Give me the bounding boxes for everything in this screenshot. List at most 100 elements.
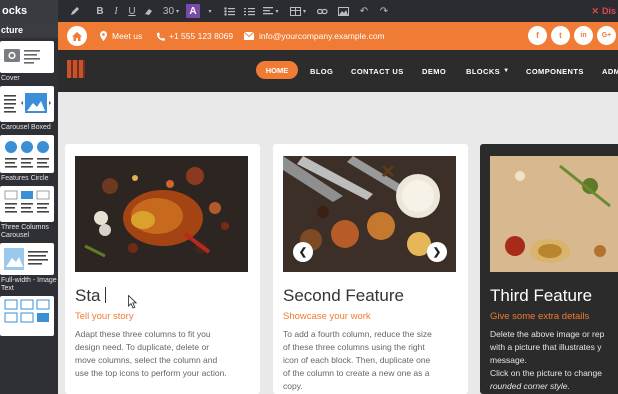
carousel-next-button[interactable]: ❯ bbox=[427, 242, 447, 262]
home-icon bbox=[72, 31, 82, 41]
nav-admin[interactable]: ADM bbox=[602, 50, 618, 92]
image-text-icon bbox=[4, 248, 48, 270]
discard-label: Dis bbox=[601, 6, 616, 16]
card-line: To add a fourth column, reduce the size bbox=[283, 329, 432, 339]
main-navbar: HOME BLOG CONTACT US DEMO BLOCKS ▼ COMPON… bbox=[58, 50, 618, 92]
spices-image[interactable] bbox=[75, 156, 248, 272]
card-line: Click on the picture to change bbox=[490, 368, 602, 378]
card-line: move columns, select the column and bbox=[75, 355, 218, 365]
sidebar-item-carousel-boxed[interactable]: Carousel Boxed bbox=[0, 86, 58, 135]
link-icon[interactable] bbox=[312, 0, 332, 22]
card-title[interactable]: Second Feature bbox=[283, 286, 404, 306]
card-title[interactable]: Sta bbox=[75, 286, 106, 306]
undo-icon[interactable]: ↶ bbox=[354, 0, 374, 22]
columns-icon bbox=[4, 190, 50, 213]
blocks-panel-title: ocks bbox=[0, 0, 58, 22]
contact-topbar: Meet us +1 555 123 8069 info@yourcompany… bbox=[58, 22, 618, 50]
sidebar-item-three-columns-carousel[interactable]: Three Columns Carousel bbox=[0, 186, 58, 243]
font-size-value: 30 bbox=[162, 5, 175, 17]
camera-icon bbox=[4, 49, 40, 64]
card-line: rounded corner style. bbox=[490, 381, 570, 391]
text-cursor bbox=[105, 287, 106, 303]
table-select[interactable]: ▾ bbox=[284, 0, 312, 22]
map-marker-icon bbox=[100, 31, 107, 41]
email-link[interactable]: info@yourcompany.example.com bbox=[244, 22, 385, 50]
meet-us-text: Meet us bbox=[112, 31, 143, 41]
sidebar-item-features-circle[interactable]: Features Circle bbox=[0, 135, 58, 186]
card-title-text: Sta bbox=[75, 286, 101, 305]
numbered-list-icon[interactable] bbox=[240, 0, 258, 22]
nav-components[interactable]: COMPONENTS bbox=[526, 50, 584, 92]
card-line: Delete the above image or rep bbox=[490, 329, 605, 339]
discard-button[interactable]: ✕ Dis bbox=[591, 0, 618, 22]
color-chevron-icon[interactable]: ▾ bbox=[202, 0, 218, 22]
nav-contact-us[interactable]: CONTACT US bbox=[351, 50, 404, 92]
carousel-icon bbox=[4, 93, 51, 113]
nav-blocks[interactable]: BLOCKS ▼ bbox=[466, 50, 509, 92]
sidebar-item-gallery[interactable] bbox=[0, 296, 58, 336]
underline-icon[interactable]: U bbox=[124, 0, 140, 22]
pen-icon[interactable] bbox=[58, 0, 92, 22]
carousel-prev-button[interactable]: ❮ bbox=[293, 242, 313, 262]
card-line: message. bbox=[490, 355, 527, 365]
nav-blocks-label: BLOCKS bbox=[466, 66, 501, 76]
meet-us-link[interactable]: Meet us bbox=[100, 22, 142, 50]
mouse-pointer-icon bbox=[128, 295, 138, 309]
phone-icon bbox=[156, 32, 165, 41]
facebook-icon[interactable]: f bbox=[528, 26, 547, 45]
card-line: copy. bbox=[283, 381, 303, 391]
image-icon[interactable] bbox=[332, 0, 354, 22]
sidebar-item-label: Three Columns Carousel bbox=[1, 224, 49, 239]
gallery-thumbnail bbox=[0, 296, 54, 336]
carousel-boxed-thumbnail bbox=[0, 86, 54, 122]
sidebar-item-label: Full-width - Image Text bbox=[1, 277, 57, 292]
features-circle-thumbnail bbox=[0, 135, 54, 173]
card-text: Adapt these three columns to fit you des… bbox=[75, 328, 227, 380]
website-canvas: Meet us +1 555 123 8069 info@yourcompany… bbox=[58, 22, 618, 394]
feature-card-3[interactable]: Third Feature Give some extra details De… bbox=[480, 144, 618, 394]
blocks-sidebar: cture Cover Carousel Boxed Features Circ… bbox=[0, 22, 58, 394]
phone-link[interactable]: +1 555 123 8069 bbox=[156, 22, 233, 50]
table-icon bbox=[289, 6, 301, 16]
chevron-down-icon: ▾ bbox=[176, 8, 180, 15]
sidebar-item-label: Cover bbox=[1, 75, 20, 82]
italic-icon[interactable]: I bbox=[108, 0, 124, 22]
card-subtitle: Showcase your work bbox=[283, 311, 371, 322]
image-text-thumbnail bbox=[0, 243, 54, 275]
card-subtitle: Tell your story bbox=[75, 311, 134, 322]
sidebar-item-full-width-image-text[interactable]: Full-width - Image Text bbox=[0, 243, 58, 296]
sidebar-item-label: Features Circle bbox=[1, 175, 49, 182]
redo-icon[interactable]: ↷ bbox=[374, 0, 394, 22]
align-left-icon bbox=[263, 6, 274, 14]
bold-icon[interactable]: B bbox=[92, 0, 108, 22]
nav-blog[interactable]: BLOG bbox=[310, 50, 333, 92]
eraser-icon[interactable] bbox=[140, 0, 158, 22]
home-button[interactable] bbox=[67, 26, 87, 46]
nav-home[interactable]: HOME bbox=[256, 61, 298, 79]
phone-text: +1 555 123 8069 bbox=[169, 31, 234, 41]
sidebar-item-label: Carousel Boxed bbox=[1, 124, 51, 131]
card-subtitle: Give some extra details bbox=[490, 311, 590, 322]
email-text: info@yourcompany.example.com bbox=[259, 31, 385, 41]
site-logo[interactable] bbox=[67, 60, 85, 78]
align-select[interactable]: ▾ bbox=[258, 0, 284, 22]
card-line: with a picture that illustrates y bbox=[490, 342, 602, 352]
cover-thumbnail bbox=[0, 41, 54, 73]
nav-demo[interactable]: DEMO bbox=[422, 50, 446, 92]
bullet-list-icon[interactable] bbox=[218, 0, 240, 22]
linkedin-icon[interactable]: in bbox=[574, 26, 593, 45]
sidebar-item-cover[interactable]: Cover bbox=[0, 41, 58, 86]
google-plus-icon[interactable]: G+ bbox=[597, 26, 616, 45]
editor-toolbar: ocks B I U 30 ▾ A ▾ ▾ ▾ ↶ ↷ ✕ Dis bbox=[0, 0, 618, 22]
card-text: To add a fourth column, reduce the size … bbox=[283, 328, 432, 393]
card-title[interactable]: Third Feature bbox=[490, 286, 592, 306]
text-color-button[interactable]: A bbox=[184, 0, 202, 22]
herbs-image[interactable] bbox=[490, 156, 618, 272]
font-size-select[interactable]: 30 ▾ bbox=[158, 0, 184, 22]
twitter-icon[interactable]: t bbox=[551, 26, 570, 45]
card-line: of the column to create a new one as a bbox=[283, 368, 430, 378]
envelope-icon bbox=[244, 32, 254, 40]
feature-card-1[interactable]: Sta Tell your story Adapt these three co… bbox=[65, 144, 260, 394]
card-line: icon of each block. Then, duplicate one bbox=[283, 355, 431, 365]
feature-card-2[interactable]: ❮ ❯ Second Feature Showcase your work To… bbox=[273, 144, 468, 394]
